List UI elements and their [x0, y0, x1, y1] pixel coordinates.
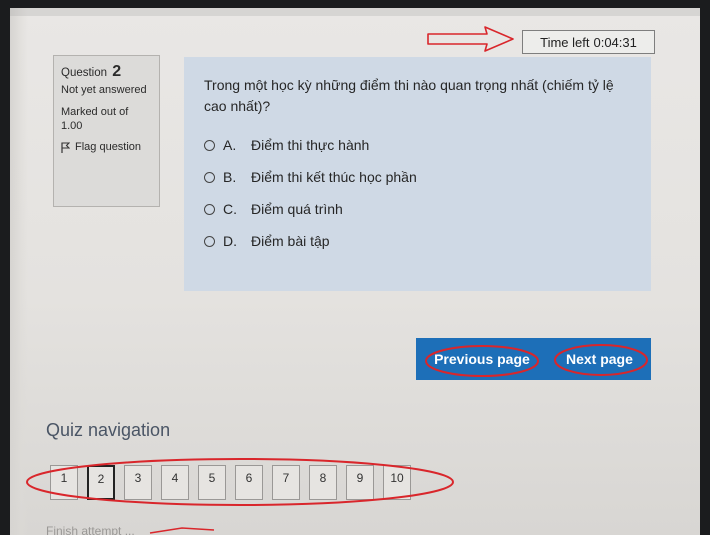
answer-option[interactable]: D. Điểm bài tập	[204, 225, 633, 257]
question-state: Not yet answered	[61, 84, 147, 96]
page-navigation: Previous page Next page	[416, 338, 651, 380]
quiz-nav-button[interactable]: 1	[50, 465, 78, 500]
radio-button[interactable]	[204, 139, 215, 151]
radio-button[interactable]	[204, 235, 215, 247]
radio-button[interactable]	[204, 203, 215, 215]
answer-text: Điểm thi thực hành	[251, 137, 370, 153]
quiz-nav-button[interactable]: 8	[309, 465, 337, 500]
quiz-navigation-buttons: 1 2 3 4 5 6 7 8 9 10	[50, 465, 411, 500]
answer-letter: D.	[223, 233, 237, 249]
flag-icon	[61, 141, 70, 153]
quiz-navigation-title: Quiz navigation	[46, 420, 171, 440]
quiz-nav-button[interactable]: 10	[383, 465, 411, 500]
question-info: Question 2 Not yet answered Marked out o…	[53, 55, 160, 207]
flag-question-link[interactable]: Flag question	[61, 141, 152, 153]
quiz-nav-button[interactable]: 3	[124, 465, 152, 500]
answer-letter: C.	[223, 201, 237, 217]
question-grade: Marked out of 1.00	[61, 106, 129, 132]
time-left-value: 0:04:31	[593, 34, 637, 50]
time-left-label: Time left	[540, 34, 590, 50]
answer-option[interactable]: A. Điểm thi thực hành	[204, 129, 633, 161]
quiz-nav-button[interactable]: 4	[161, 465, 189, 500]
question-text: Trong một học kỳ những điểm thi nào quan…	[204, 77, 614, 114]
top-band	[10, 8, 700, 16]
answer-list: A. Điểm thi thực hành B. Điểm thi kết th…	[204, 129, 633, 257]
finish-attempt-link[interactable]: Finish attempt ...	[46, 524, 135, 535]
question-number: 2	[112, 63, 122, 80]
question-label: Question	[61, 67, 108, 79]
quiz-nav-button[interactable]: 6	[235, 465, 263, 500]
time-left-box: Time left 0:04:31	[522, 30, 655, 54]
quiz-nav-button[interactable]: 9	[346, 465, 374, 500]
question-number-line: Question 2	[61, 64, 152, 81]
answer-text: Điểm bài tập	[251, 233, 330, 249]
answer-option[interactable]: B. Điểm thi kết thúc học phần	[204, 161, 633, 193]
answer-text: Điểm thi kết thúc học phần	[251, 169, 417, 185]
quiz-nav-button-current[interactable]: 2	[87, 465, 115, 500]
answer-option[interactable]: C. Điểm quá trình	[204, 193, 633, 225]
previous-page-button[interactable]: Previous page	[428, 347, 536, 371]
answer-text: Điểm quá trình	[251, 201, 343, 217]
radio-button[interactable]	[204, 171, 215, 183]
flag-question-label: Flag question	[75, 141, 142, 153]
quiz-nav-button[interactable]: 5	[198, 465, 226, 500]
question-content: Trong một học kỳ những điểm thi nào quan…	[184, 57, 651, 291]
answer-letter: A.	[223, 137, 237, 153]
next-page-button[interactable]: Next page	[560, 347, 639, 371]
answer-letter: B.	[223, 169, 237, 185]
quiz-nav-button[interactable]: 7	[272, 465, 300, 500]
